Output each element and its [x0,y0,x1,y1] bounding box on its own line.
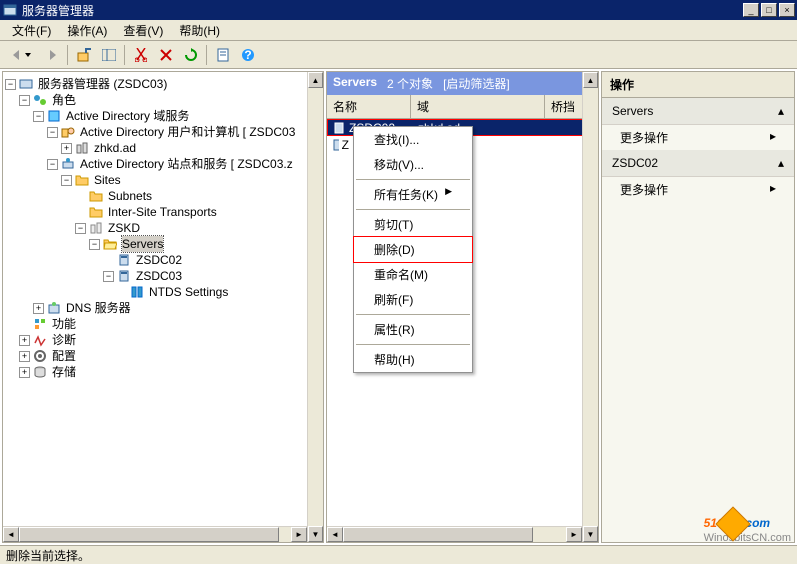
folder-open-icon [102,236,118,252]
close-button[interactable]: × [779,3,795,17]
tree-ntds[interactable]: NTDS Settings [5,284,323,300]
maximize-button[interactable]: □ [761,3,777,17]
menubar: 文件(F) 操作(A) 查看(V) 帮助(H) [0,20,797,41]
menu-view[interactable]: 查看(V) [115,20,171,41]
list-hscroll[interactable]: ◄► [327,526,582,542]
submenu-icon: ▸ [770,181,776,198]
menu-file[interactable]: 文件(F) [4,20,59,41]
ad-icon [46,108,62,124]
actions-more-1[interactable]: 更多操作▸ [602,125,794,150]
col-domain[interactable]: 域 [411,95,545,118]
properties-button[interactable] [211,44,234,66]
tree-root[interactable]: −服务器管理器 (ZSDC03) [5,76,323,92]
folder-icon [74,172,90,188]
tree-vscroll[interactable]: ▲▼ [307,72,323,542]
menu-action[interactable]: 操作(A) [59,20,115,41]
config-icon [32,348,48,364]
features-icon [32,316,48,332]
watermark: 51CTO.com WinosbitsCN.com [704,514,791,544]
diag-icon [32,332,48,348]
actions-section-servers[interactable]: Servers▴ [602,98,794,125]
ctx-delete[interactable]: 删除(D) [353,236,473,263]
list-title: Servers [333,75,377,92]
list-vscroll[interactable]: ▲▼ [582,72,598,542]
server-manager-icon [18,76,34,92]
ctx-cut[interactable]: 剪切(T) [354,212,472,237]
tree-zskd[interactable]: −ZSKD [5,220,323,236]
server-icon [116,268,132,284]
ctx-properties[interactable]: 属性(R) [354,317,472,342]
forward-button[interactable] [40,44,63,66]
refresh-button[interactable] [179,44,202,66]
tree-dns[interactable]: +DNS 服务器 [5,300,323,316]
domain-icon [74,140,90,156]
adss-icon [60,156,76,172]
tree-storage[interactable]: +存储 [5,364,323,380]
tree-diag[interactable]: +诊断 [5,332,323,348]
context-menu: 查找(I)... 移动(V)... 所有任务(K)▶ 剪切(T) 删除(D) 重… [353,126,473,373]
actions-more-2[interactable]: 更多操作▸ [602,177,794,202]
list-header: Servers 2 个对象 [启动筛选器] [327,72,598,95]
site-icon [88,220,104,236]
tree-config[interactable]: +配置 [5,348,323,364]
ctx-alltasks[interactable]: 所有任务(K)▶ [354,182,472,207]
window-title: 服务器管理器 [22,2,743,19]
ctx-find[interactable]: 查找(I)... [354,127,472,152]
ctx-move[interactable]: 移动(V)... [354,152,472,177]
show-hide-button[interactable] [97,44,120,66]
ctx-rename[interactable]: 重命名(M) [354,262,472,287]
collapse-icon: ▴ [778,156,784,170]
submenu-icon: ▸ [770,129,776,146]
tree-adds[interactable]: −Active Directory 域服务 [5,108,323,124]
minimize-button[interactable]: _ [743,3,759,17]
up-button[interactable] [72,44,95,66]
menu-help[interactable]: 帮助(H) [171,20,228,41]
roles-icon [32,92,48,108]
column-headers[interactable]: 名称 域 桥挡 [327,95,598,119]
cut-button[interactable] [129,44,152,66]
ctx-refresh[interactable]: 刷新(F) [354,287,472,312]
server-icon [116,252,132,268]
tree-ist[interactable]: Inter-Site Transports [5,204,323,220]
status-bar: 删除当前选择。 [0,545,797,564]
status-text: 删除当前选择。 [6,547,90,564]
tree-hscroll[interactable]: ◄► [3,526,307,542]
dns-icon [46,300,62,316]
tree-aduc[interactable]: −Active Directory 用户和计算机 [ ZSDC03 [5,124,323,140]
collapse-icon: ▴ [778,104,784,118]
tree-sites[interactable]: −Sites [5,172,323,188]
aduc-icon [60,124,76,140]
actions-pane: 操作 Servers▴ 更多操作▸ ZSDC02▴ 更多操作▸ [601,71,795,543]
back-button[interactable] [4,44,38,66]
folder-icon [88,188,104,204]
ctx-help[interactable]: 帮助(H) [354,347,472,372]
delete-button[interactable] [154,44,177,66]
actions-section-zsdc02[interactable]: ZSDC02▴ [602,150,794,177]
tree-pane: −服务器管理器 (ZSDC03) −角色 −Active Directory 域… [2,71,324,543]
ntds-icon [129,284,145,300]
list-count: 2 个对象 [387,75,433,92]
col-name[interactable]: 名称 [327,95,411,118]
tree-zsdc03[interactable]: −ZSDC03 [5,268,323,284]
tree-roles[interactable]: −角色 [5,92,323,108]
toolbar: ? [0,41,797,69]
tree-subnets[interactable]: Subnets [5,188,323,204]
submenu-arrow-icon: ▶ [445,186,452,203]
tree-adss[interactable]: −Active Directory 站点和服务 [ ZSDC03.z [5,156,323,172]
list-filter[interactable]: [启动筛选器] [443,75,510,92]
storage-icon [32,364,48,380]
tree-func[interactable]: 功能 [5,316,323,332]
app-icon [2,2,18,18]
folder-icon [88,204,104,220]
help-button[interactable]: ? [236,44,259,66]
tree-zhkd[interactable]: +zhkd.ad [5,140,323,156]
svg-text:?: ? [244,48,251,62]
actions-header: 操作 [602,72,794,98]
tree-zsdc02[interactable]: ZSDC02 [5,252,323,268]
tree-servers[interactable]: −Servers [5,236,323,252]
